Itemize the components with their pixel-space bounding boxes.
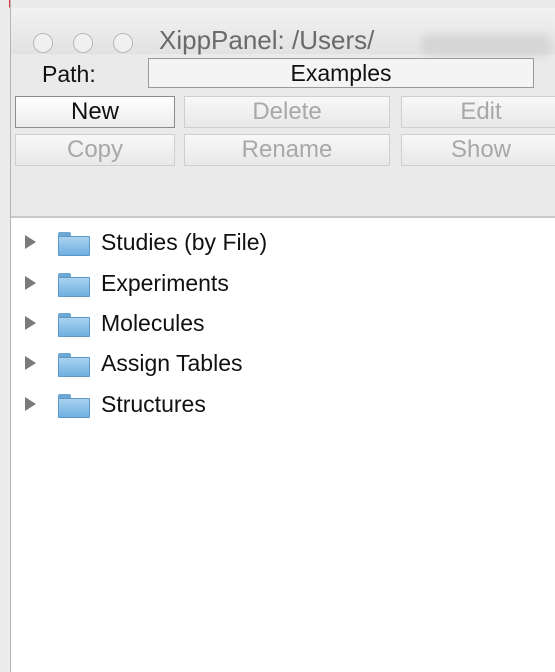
folder-icon xyxy=(58,313,90,337)
rename-button[interactable]: Rename xyxy=(184,134,390,166)
tree-item-structures[interactable]: Structures xyxy=(11,385,555,425)
xipp-panel-window: XippPanel: /Users/ Path: Examples New De… xyxy=(10,0,555,672)
new-button[interactable]: New xyxy=(15,96,175,128)
tree-view: Studies (by File) Experiments Molecules … xyxy=(11,218,555,672)
path-label: Path: xyxy=(42,61,96,87)
folder-icon xyxy=(58,273,90,297)
path-field[interactable]: Examples xyxy=(148,58,534,88)
tree-item-label: Molecules xyxy=(101,310,205,336)
tree-item-label: Structures xyxy=(101,391,206,417)
folder-icon xyxy=(58,353,90,377)
show-button[interactable]: Show xyxy=(401,134,555,166)
delete-button[interactable]: Delete xyxy=(184,96,390,128)
tree-item-molecules[interactable]: Molecules xyxy=(11,304,555,344)
tree-item-assign-tables[interactable]: Assign Tables xyxy=(11,344,555,384)
folder-icon xyxy=(58,232,90,256)
tree-item-label: Experiments xyxy=(101,270,229,296)
disclosure-triangle-icon[interactable] xyxy=(25,316,36,330)
title-bar: XippPanel: /Users/ xyxy=(11,8,555,56)
close-window-button[interactable] xyxy=(33,33,53,53)
copy-button[interactable]: Copy xyxy=(15,134,175,166)
tree-item-label: Studies (by File) xyxy=(101,229,268,255)
redacted-path-blur xyxy=(421,34,551,56)
edit-button[interactable]: Edit xyxy=(401,96,555,128)
window-title: XippPanel: /Users/ xyxy=(159,25,375,55)
folder-icon xyxy=(58,394,90,418)
tree-item-studies[interactable]: Studies (by File) xyxy=(11,223,555,263)
disclosure-triangle-icon[interactable] xyxy=(25,356,36,370)
disclosure-triangle-icon[interactable] xyxy=(25,276,36,290)
path-row: Path: Examples xyxy=(11,56,555,92)
minimize-window-button[interactable] xyxy=(73,33,93,53)
disclosure-triangle-icon[interactable] xyxy=(25,397,36,411)
tree-item-label: Assign Tables xyxy=(101,350,243,376)
zoom-window-button[interactable] xyxy=(113,33,133,53)
tree-item-experiments[interactable]: Experiments xyxy=(11,264,555,304)
disclosure-triangle-icon[interactable] xyxy=(25,235,36,249)
